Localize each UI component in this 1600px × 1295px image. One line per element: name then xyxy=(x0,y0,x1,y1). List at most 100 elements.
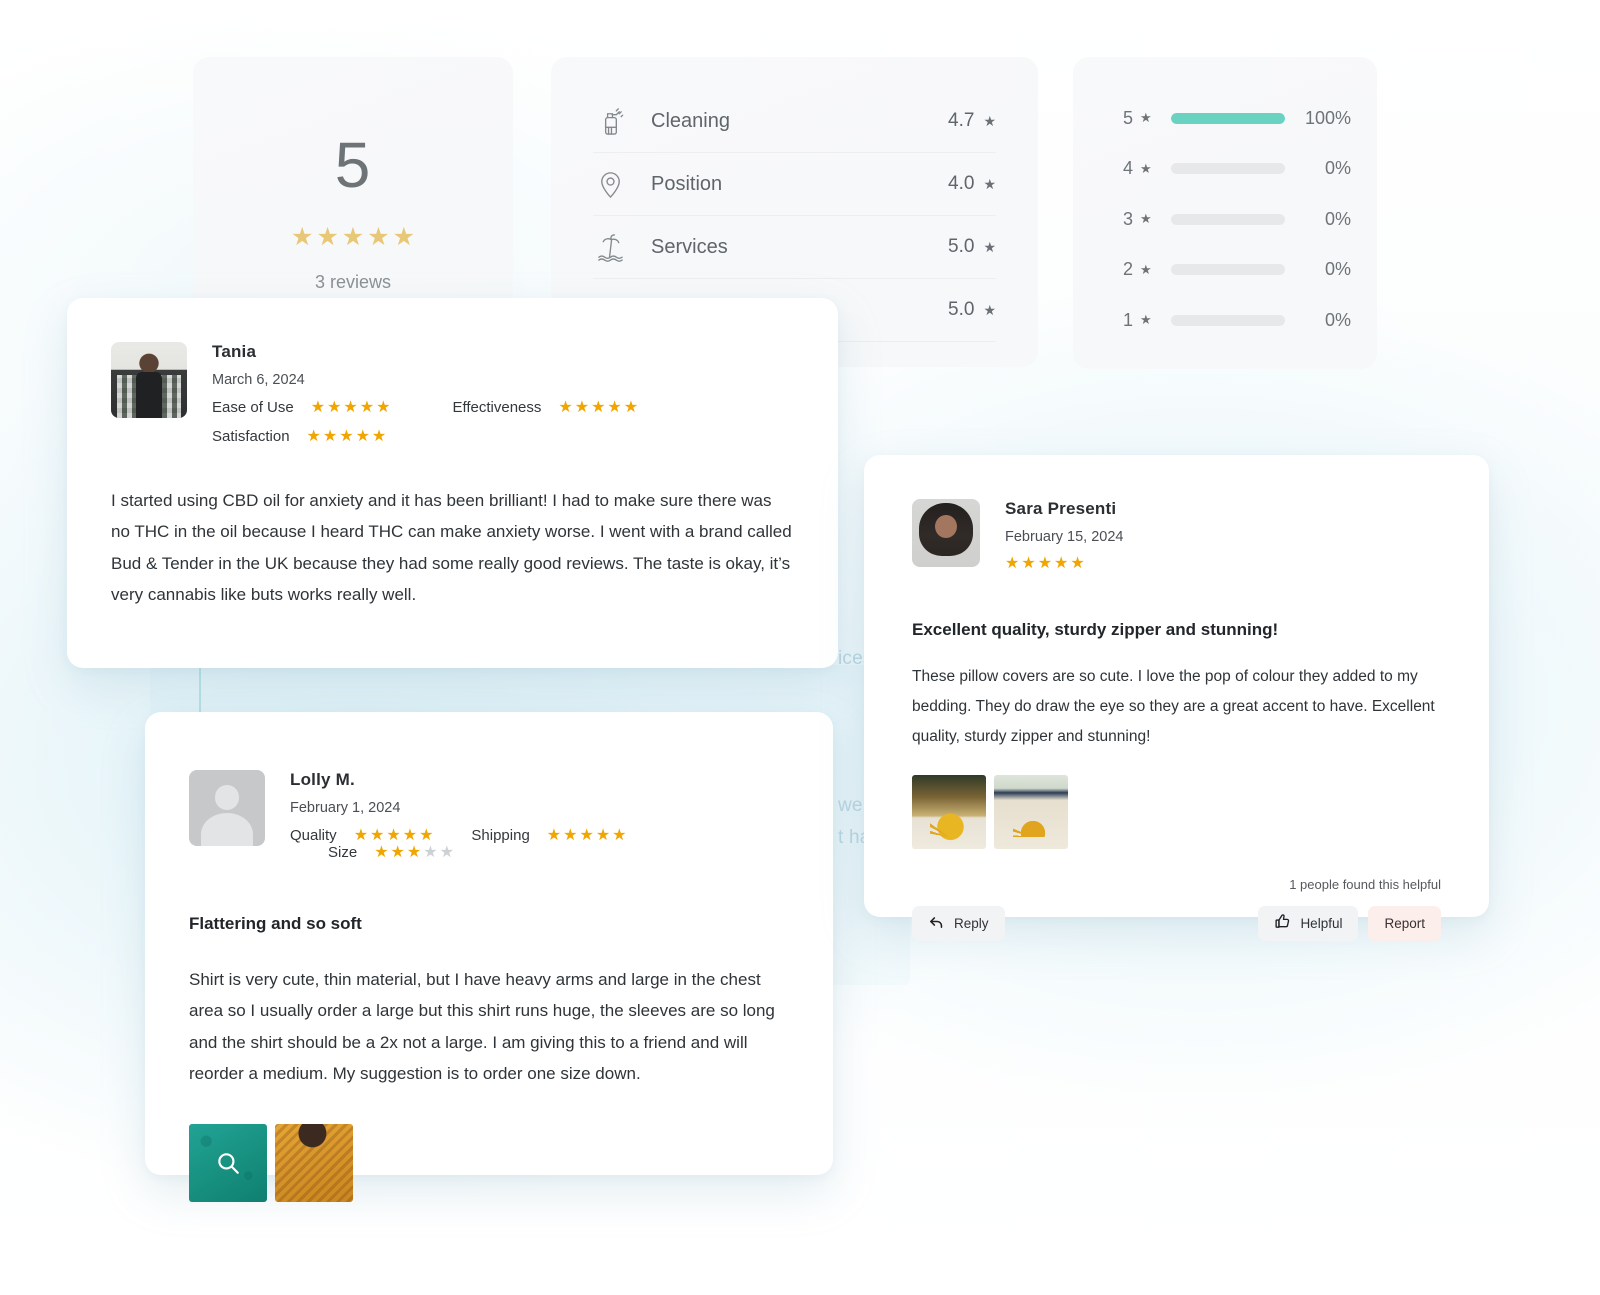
star-icon: ★ xyxy=(327,398,342,416)
star-icon: ★ xyxy=(439,843,454,861)
distribution-percent: 0% xyxy=(1324,259,1351,280)
star-icon: ★ xyxy=(367,223,390,251)
distribution-star-label: 3 ★ xyxy=(1123,208,1152,229)
star-icon: ★ xyxy=(1021,555,1036,572)
distribution-row[interactable]: 4 ★ 0% xyxy=(1073,144,1377,195)
star-icon: ★ xyxy=(1140,211,1152,227)
star-icon: ★ xyxy=(355,427,370,445)
overall-score: 5 xyxy=(334,129,372,201)
star-icon: ★ xyxy=(374,843,389,861)
category-score: 4.7 ★ xyxy=(948,110,996,131)
distribution-percent: 0% xyxy=(1324,208,1351,229)
helpful-count-label: 1 people found this helpful xyxy=(1289,876,1441,892)
rating-aspect-label: Effectiveness xyxy=(452,399,542,416)
star-icon: ★ xyxy=(574,398,590,416)
review-header: Tania March 6, 2024 Ease of Use ★ ★ ★ ★ ★ Effe… xyxy=(111,342,794,445)
star-icon: ★ xyxy=(376,398,391,416)
category-rating-row: Position 4.0 ★ xyxy=(593,153,996,216)
palm-beach-icon xyxy=(593,230,627,264)
rating-aspect: Satisfaction ★ ★ ★ ★ ★ xyxy=(212,428,386,445)
review-body: I started using CBD oil for anxiety and … xyxy=(111,491,792,605)
review-date: February 1, 2024 xyxy=(290,800,401,816)
reply-arrow-icon xyxy=(928,913,945,933)
rating-aspect-label: Size xyxy=(328,844,358,861)
review-card-tania: Tania March 6, 2024 Ease of Use ★ ★ ★ ★ ★ Effe… xyxy=(67,298,838,668)
category-score: 5.0 ★ xyxy=(948,236,996,257)
pillow-photo-1[interactable] xyxy=(912,774,986,849)
review-date: February 15, 2024 xyxy=(1005,529,1124,545)
rating-aspect: Shipping ★ ★ ★ ★ ★ xyxy=(471,827,626,844)
avatar xyxy=(912,499,980,567)
rating-aspect-label: Ease of Use xyxy=(212,399,294,416)
distribution-bar-fill xyxy=(1171,112,1285,124)
thumbs-up-icon xyxy=(1274,913,1291,933)
distribution-bar-track xyxy=(1171,112,1285,124)
star-icon: ★ xyxy=(1140,261,1152,277)
star-icon: ★ xyxy=(1140,160,1152,176)
star-icon: ★ xyxy=(359,398,375,416)
star-icon: ★ xyxy=(423,843,438,861)
reply-label: Reply xyxy=(954,915,989,931)
distribution-bar-track xyxy=(1171,264,1285,276)
distribution-star-label: 2 ★ xyxy=(1123,259,1152,280)
star-icon: ★ xyxy=(579,826,594,844)
star-icon: ★ xyxy=(595,826,611,844)
review-star-rating: ★ ★ ★ ★ ★ xyxy=(1005,556,1441,572)
review-card-lolly: Lolly M. February 1, 2024 Quality ★ ★ ★ ★ ★ Sh… xyxy=(145,712,833,1202)
teal-shirt-photo[interactable] xyxy=(189,1123,267,1202)
spray-bottle-icon xyxy=(593,104,627,138)
star-icon: ★ xyxy=(371,427,387,445)
distribution-row[interactable]: 1 ★ 0% xyxy=(1073,295,1377,346)
helpful-button[interactable]: Helpful xyxy=(1258,905,1359,941)
star-icon: ★ xyxy=(322,427,338,445)
star-icon: ★ xyxy=(343,398,358,416)
rating-distribution-card: 5 ★ 100% 4 ★ 0% 3 ★ 0% 2 ★ 0% 1 ★ 0% xyxy=(1073,57,1377,369)
star-icon: ★ xyxy=(623,398,639,416)
star-icon: ★ xyxy=(612,826,627,844)
rating-aspect-stars: ★ ★ ★ ★ ★ xyxy=(353,826,434,844)
star-icon: ★ xyxy=(983,175,996,192)
report-button[interactable]: Report xyxy=(1368,905,1441,941)
review-body: Shirt is very cute, thin material, but I… xyxy=(189,970,775,1084)
star-icon: ★ xyxy=(310,398,326,416)
star-icon: ★ xyxy=(1005,555,1020,572)
distribution-percent: 100% xyxy=(1304,107,1351,128)
rating-aspect: Size ★ ★ ★ ★ ★ xyxy=(328,844,454,861)
distribution-row[interactable]: 5 ★ 100% xyxy=(1073,93,1377,144)
reply-button[interactable]: Reply xyxy=(912,905,1005,941)
helpful-label: Helpful xyxy=(1300,915,1343,931)
rating-aspect: Ease of Use ★ ★ ★ ★ ★ xyxy=(212,399,390,416)
star-icon: ★ xyxy=(983,238,996,255)
star-icon: ★ xyxy=(1037,555,1053,572)
star-icon: ★ xyxy=(316,223,339,251)
rating-aspect-stars: ★ ★ ★ ★ ★ xyxy=(307,427,387,445)
category-label: Services xyxy=(651,235,728,258)
star-icon: ★ xyxy=(339,427,354,445)
star-icon: ★ xyxy=(1140,110,1152,126)
rating-aspect-stars: ★ ★ ★ ★ ★ xyxy=(558,398,639,416)
distribution-star-label: 5 ★ xyxy=(1123,107,1152,128)
review-title: Excellent quality, sturdy zipper and stu… xyxy=(912,620,1279,639)
distribution-bar-track xyxy=(1171,213,1285,225)
review-header: Lolly M. February 1, 2024 Quality ★ ★ ★ ★ ★ Sh… xyxy=(189,770,789,861)
star-icon: ★ xyxy=(1054,555,1069,572)
pillow-photo-2[interactable] xyxy=(994,774,1068,849)
star-icon: ★ xyxy=(290,223,314,251)
star-icon: ★ xyxy=(546,826,562,844)
distribution-row[interactable]: 2 ★ 0% xyxy=(1073,245,1377,296)
gold-dress-photo[interactable] xyxy=(275,1123,353,1202)
category-score: 5.0 ★ xyxy=(948,299,996,320)
star-icon: ★ xyxy=(983,112,996,129)
star-icon: ★ xyxy=(353,826,369,844)
rating-aspect: Effectiveness ★ ★ ★ ★ ★ xyxy=(452,399,638,416)
rating-aspect-label: Satisfaction xyxy=(212,428,290,445)
review-card-sara: Sara Presenti February 15, 2024 ★ ★ ★ ★ ★ Ex… xyxy=(864,455,1489,941)
star-icon: ★ xyxy=(1140,312,1152,328)
distribution-bar-track xyxy=(1171,163,1285,175)
avatar-placeholder-icon xyxy=(189,770,265,846)
review-action-bar: Reply Helpful Report xyxy=(912,905,1441,941)
rating-aspect-stars: ★ ★ ★ ★ ★ xyxy=(310,398,391,416)
report-label: Report xyxy=(1384,915,1425,931)
distribution-row[interactable]: 3 ★ 0% xyxy=(1073,194,1377,245)
category-rating-row: Services 5.0 ★ xyxy=(593,216,996,279)
